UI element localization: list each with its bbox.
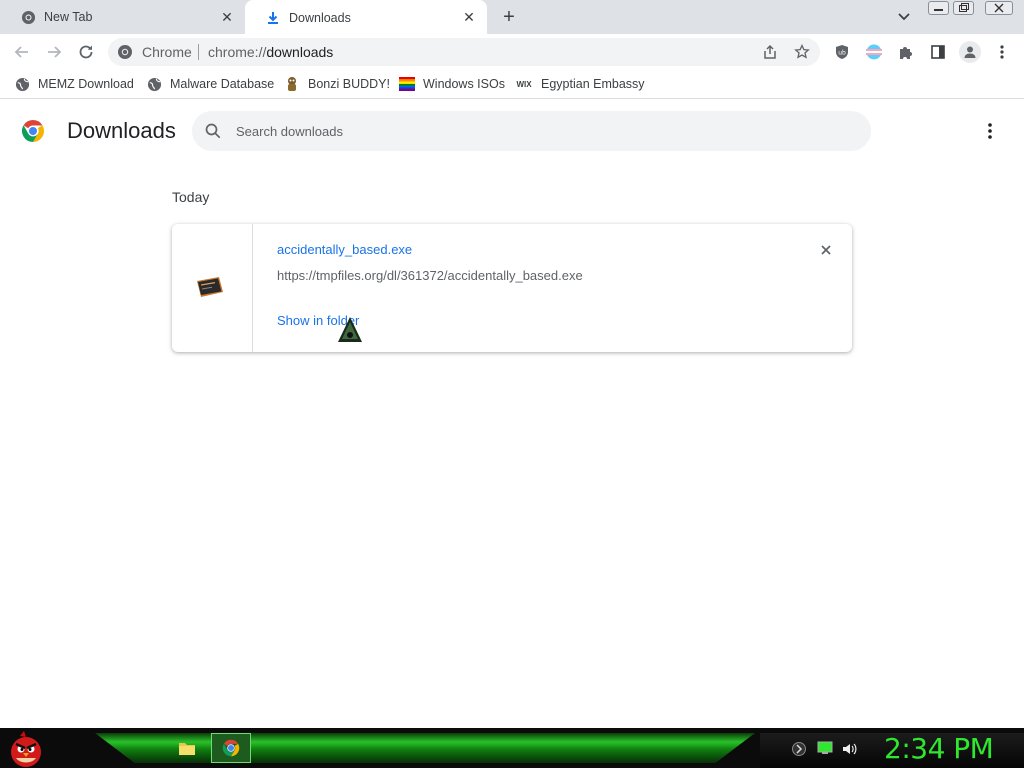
file-explorer-folder-icon[interactable] — [178, 740, 196, 756]
tray-app-icon[interactable] — [792, 742, 806, 756]
tab-label: New Tab — [44, 10, 93, 24]
bookmark-memz-download[interactable]: MEMZ Download — [14, 76, 134, 92]
bookmark-label: MEMZ Download — [38, 77, 134, 91]
more-actions-icon[interactable] — [980, 120, 1000, 142]
extensions-puzzle-icon[interactable] — [897, 43, 915, 61]
back-button[interactable] — [12, 42, 32, 62]
file-name-link[interactable]: accidentally_based.exe — [277, 242, 412, 257]
chrome-icon — [117, 44, 133, 60]
tab-downloads[interactable]: Downloads ✕ — [245, 0, 487, 35]
bookmark-bonzi-buddy[interactable]: Bonzi BUDDY! — [284, 76, 390, 92]
exe-file-icon — [195, 272, 227, 304]
new-tab-button[interactable]: + — [498, 7, 520, 27]
rainbow-flag-icon — [399, 76, 415, 92]
url-path: downloads — [266, 44, 334, 60]
wix-icon: WIX — [516, 79, 532, 89]
search-input[interactable] — [236, 121, 836, 141]
chrome-icon — [20, 9, 36, 25]
close-tab-icon[interactable]: ✕ — [461, 9, 477, 25]
file-source-url: https://tmpfiles.org/dl/361372/accidenta… — [277, 268, 583, 283]
close-tab-icon[interactable]: ✕ — [219, 9, 235, 25]
network-monitor-icon[interactable] — [817, 741, 833, 755]
maximize-button[interactable] — [953, 1, 974, 15]
bookmark-egyptian-embassy[interactable]: WIX Egyptian Embassy — [515, 76, 645, 92]
start-button-angry-bird-icon[interactable] — [6, 730, 46, 768]
taskbar-clock[interactable]: 2:34 PM — [884, 732, 994, 765]
page-title: Downloads — [67, 118, 176, 143]
svg-text:ub: ub — [838, 50, 846, 57]
date-heading: Today — [172, 189, 210, 205]
flag-extension-icon[interactable] — [865, 43, 883, 61]
ublock-extension-icon[interactable]: ub — [833, 43, 851, 61]
url-text[interactable]: chrome://downloads — [208, 44, 333, 60]
site-label: Chrome — [142, 44, 192, 60]
bookmark-label: Windows ISOs — [423, 77, 505, 91]
bookmark-malware-database[interactable]: Malware Database — [146, 76, 274, 92]
share-icon[interactable] — [761, 43, 779, 61]
tab-search-chevron-icon[interactable] — [895, 9, 913, 25]
globe-icon — [14, 76, 30, 92]
download-card — [172, 224, 852, 352]
forward-button[interactable] — [44, 42, 64, 62]
bookmark-windows-isos[interactable]: Windows ISOs — [399, 76, 505, 92]
bookmark-label: Egyptian Embassy — [541, 77, 645, 91]
close-window-button[interactable] — [985, 1, 1013, 15]
search-icon — [204, 122, 222, 140]
globe-icon — [146, 76, 162, 92]
volume-icon[interactable] — [841, 741, 857, 757]
bookmark-label: Malware Database — [170, 77, 275, 91]
url-scheme: chrome:// — [208, 44, 267, 60]
card-divider — [252, 224, 253, 352]
minimize-button[interactable] — [928, 1, 949, 15]
cursor-icon — [336, 315, 366, 345]
taskbar-chrome-button[interactable] — [211, 733, 251, 763]
tab-label: Downloads — [289, 10, 351, 25]
bookmark-star-icon[interactable] — [793, 43, 811, 61]
bonzi-icon — [284, 76, 300, 92]
profile-avatar-icon[interactable] — [959, 41, 981, 63]
chrome-logo-icon — [21, 119, 45, 143]
omnibox-divider — [198, 44, 199, 60]
bookmark-label: Bonzi BUDDY! — [308, 77, 390, 91]
side-panel-icon[interactable] — [929, 43, 947, 61]
remove-download-close-icon[interactable] — [817, 241, 835, 259]
tab-new-tab[interactable]: New Tab ✕ — [0, 0, 245, 34]
download-icon — [265, 10, 281, 26]
reload-button[interactable] — [76, 42, 96, 62]
chrome-menu-icon[interactable] — [993, 43, 1011, 61]
